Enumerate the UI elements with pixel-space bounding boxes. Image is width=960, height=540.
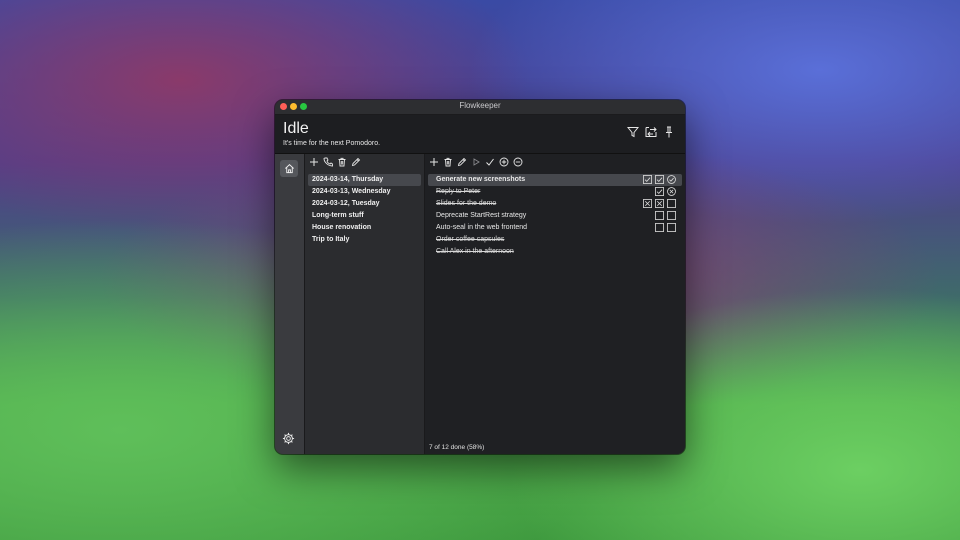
plus-icon bbox=[309, 157, 318, 166]
task-row[interactable]: Slides for the demo bbox=[428, 198, 682, 210]
task-label: Slides for the demo bbox=[436, 200, 497, 207]
task-row[interactable]: Reply to Peter bbox=[428, 186, 682, 198]
tasks-pane: Generate new screenshots Reply to Peter Sl… bbox=[425, 154, 685, 454]
backlogs-toolbar bbox=[308, 156, 361, 167]
start-pomodoro-button[interactable] bbox=[470, 156, 481, 167]
task-row[interactable]: Call Alex in the afternoon bbox=[428, 246, 682, 258]
add-backlog-button[interactable] bbox=[308, 156, 319, 167]
backlog-from-incomplete-button[interactable] bbox=[322, 156, 333, 167]
pomodoro-list bbox=[655, 211, 676, 220]
pomodoro-current-icon bbox=[667, 175, 676, 184]
trash-icon bbox=[338, 157, 345, 166]
pomodoro-list bbox=[655, 187, 676, 196]
add-task-button[interactable] bbox=[428, 156, 439, 167]
pomodoro-list bbox=[643, 199, 676, 208]
phone-icon bbox=[323, 157, 333, 166]
task-label: Reply to Peter bbox=[436, 188, 481, 195]
tasks-progress-footer: 7 of 12 done (58%) bbox=[429, 444, 485, 451]
pomodoro-list bbox=[655, 223, 676, 232]
pomodoro-new-icon bbox=[667, 199, 676, 208]
pomodoro-new-icon bbox=[655, 223, 664, 232]
pomodoro-done-icon bbox=[655, 187, 664, 196]
header-actions bbox=[627, 126, 675, 138]
pomodoro-new-icon bbox=[667, 223, 676, 232]
backlog-list: 2024-03-14, Thursday 2024-03-13, Wednesda… bbox=[308, 174, 421, 246]
plus-icon bbox=[429, 157, 438, 166]
pencil-icon bbox=[457, 157, 466, 166]
pomodoro-list bbox=[643, 175, 676, 184]
backlog-item[interactable]: 2024-03-13, Wednesday bbox=[308, 186, 421, 198]
tasks-toolbar bbox=[428, 156, 523, 167]
task-row[interactable]: Deprecate StartRest strategy bbox=[428, 210, 682, 222]
play-icon bbox=[473, 157, 480, 166]
pomodoro-failed-icon bbox=[655, 199, 664, 208]
status-subtitle: It's time for the next Pomodoro. bbox=[283, 140, 381, 147]
task-row[interactable]: Auto-seal in the web frontend bbox=[428, 222, 682, 234]
task-row[interactable]: Order coffee capsules bbox=[428, 234, 682, 246]
settings-button[interactable] bbox=[282, 432, 296, 446]
rename-backlog-button[interactable] bbox=[350, 156, 361, 167]
delete-backlog-button[interactable] bbox=[336, 156, 347, 167]
pomodoro-new-icon bbox=[655, 211, 664, 220]
pomodoro-new-icon bbox=[667, 211, 676, 220]
window-title: Flowkeeper bbox=[459, 101, 501, 110]
backlog-item[interactable]: Long-term stuff bbox=[308, 210, 421, 222]
home-icon bbox=[284, 164, 294, 174]
task-list: Generate new screenshots Reply to Peter Sl… bbox=[428, 174, 682, 258]
pomodoro-failed-icon bbox=[643, 199, 652, 208]
task-label: Call Alex in the afternoon bbox=[436, 248, 514, 255]
status-header: Idle It's time for the next Pomodoro. bbox=[275, 115, 685, 154]
minus-circle-icon bbox=[513, 157, 522, 166]
task-row[interactable]: Generate new screenshots bbox=[428, 174, 682, 186]
switch-icon[interactable] bbox=[645, 126, 657, 138]
gear-icon bbox=[282, 432, 295, 445]
complete-task-button[interactable] bbox=[484, 156, 495, 167]
sidebar bbox=[275, 154, 305, 454]
backlog-item[interactable]: Trip to Italy bbox=[308, 234, 421, 246]
home-button[interactable] bbox=[280, 160, 298, 177]
check-icon bbox=[485, 158, 494, 166]
task-label: Generate new screenshots bbox=[436, 176, 526, 183]
backlog-item[interactable]: 2024-03-14, Thursday bbox=[308, 174, 421, 186]
remove-pomodoro-button[interactable] bbox=[512, 156, 523, 167]
status-title: Idle bbox=[283, 120, 309, 137]
app-window: Flowkeeper Idle It's time for the next P… bbox=[275, 100, 685, 454]
trash-icon bbox=[444, 157, 451, 166]
rename-task-button[interactable] bbox=[456, 156, 467, 167]
task-label: Order coffee capsules bbox=[436, 236, 505, 243]
pencil-icon bbox=[351, 157, 360, 166]
pomodoro-void-icon bbox=[667, 187, 676, 196]
filter-icon[interactable] bbox=[627, 126, 639, 138]
plus-circle-icon bbox=[499, 157, 508, 166]
task-label: Auto-seal in the web frontend bbox=[436, 224, 528, 231]
add-pomodoro-button[interactable] bbox=[498, 156, 509, 167]
pomodoro-done-icon bbox=[655, 175, 664, 184]
task-label: Deprecate StartRest strategy bbox=[436, 212, 527, 219]
pomodoro-done-icon bbox=[643, 175, 652, 184]
title-bar: Flowkeeper bbox=[275, 100, 685, 115]
backlogs-pane: 2024-03-14, Thursday 2024-03-13, Wednesda… bbox=[305, 154, 425, 454]
backlog-item[interactable]: 2024-03-12, Tuesday bbox=[308, 198, 421, 210]
delete-task-button[interactable] bbox=[442, 156, 453, 167]
backlog-item[interactable]: House renovation bbox=[308, 222, 421, 234]
pin-icon[interactable] bbox=[663, 126, 675, 138]
